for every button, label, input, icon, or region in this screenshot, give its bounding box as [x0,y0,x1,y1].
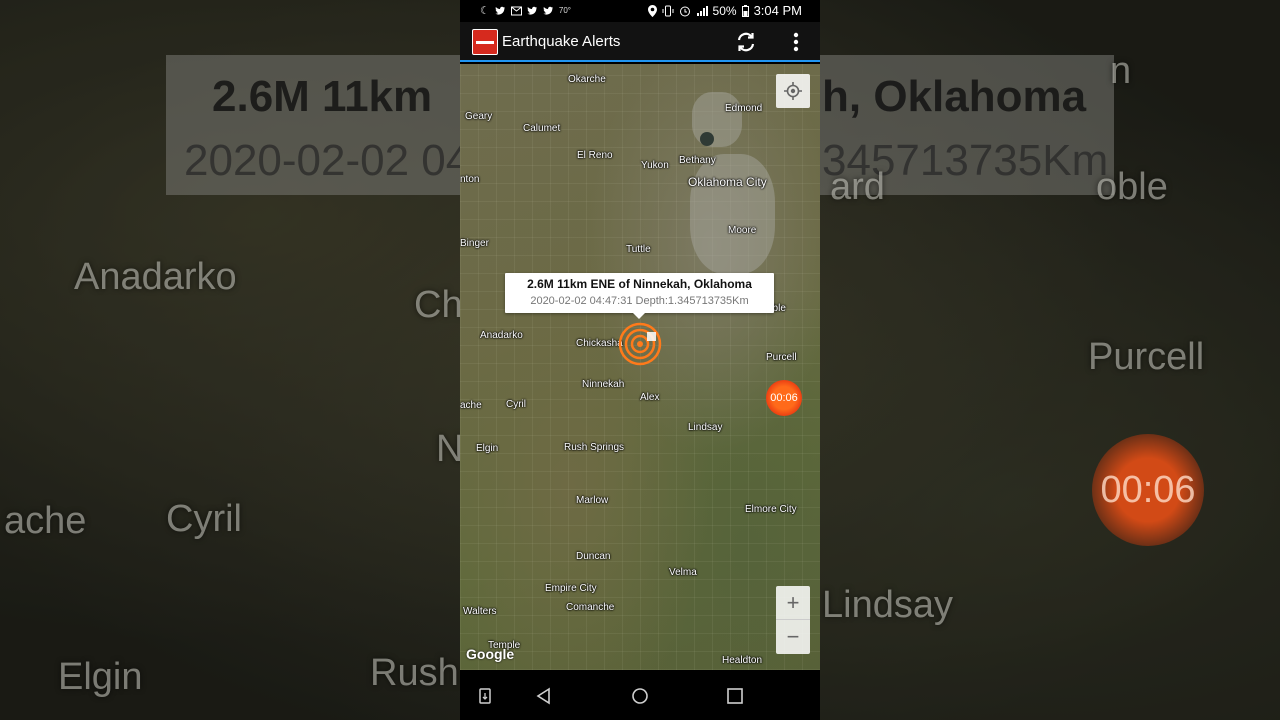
signal-icon [696,5,708,16]
place-label: nton [460,174,480,185]
vibrate-icon [662,5,674,16]
app-bar: Earthquake Alerts [460,22,820,62]
battery-icon [741,4,749,17]
screen: 2.6M 11km h, Oklahoma 2020-02-02 04 3457… [0,0,1280,720]
status-right: 50% 3:04 PM [647,3,802,18]
background-banner-sub-left: 2020-02-02 04 [184,136,471,185]
quake-details: 2020-02-02 04:47:31 Depth:1.345713735Km [530,295,749,307]
home-icon[interactable] [630,686,650,706]
city-area [690,154,775,274]
place-label: Oklahoma City [688,175,767,189]
place-label: Velma [669,567,697,578]
app-title: Earthquake Alerts [502,33,621,50]
background-place: Purcell [1088,336,1205,378]
status-left: ☾ 70° [480,4,571,17]
map-fields [460,64,820,670]
google-attribution: Google [466,646,515,662]
place-label: Rush Springs [564,442,625,453]
place-label: Comanche [566,602,615,613]
zoom-controls: + − [776,586,810,654]
background-place: Elgin [58,656,143,698]
quake-marker-icon[interactable] [618,322,662,366]
place-label: Bethany [679,155,716,166]
place-label: Purcell [766,352,797,363]
background-banner-title-right: h, Oklahoma [822,72,1087,121]
countdown-badge: 00:06 [766,380,802,416]
place-label: Calumet [523,123,561,134]
status-bar: ☾ 70° 50% 3:04 PM [460,0,820,22]
background-place: Anadarko [74,256,237,298]
notification-icon[interactable] [475,686,495,706]
zoom-out-button[interactable]: − [776,620,810,654]
location-icon [647,4,657,17]
my-location-button[interactable] [776,74,810,108]
place-label: Elmore City [745,504,797,515]
background-place: Lindsay [822,584,953,626]
background-place: ard [830,166,885,208]
background-place: Cyril [166,498,242,540]
place-label: Ninnekah [582,379,625,390]
place-label: Duncan [576,551,611,562]
navigation-bar [460,670,820,720]
place-label: Anadarko [480,330,523,341]
place-label: Healdton [722,655,763,666]
background-place: oble [1096,166,1168,208]
background-place: Ch [414,284,463,326]
background-place: n [1110,50,1132,92]
place-label: Elgin [476,443,499,454]
twitter-icon [527,6,537,15]
alarm-icon [679,6,690,16]
background-place: Rush [370,652,459,694]
app-logo-icon [472,29,498,55]
back-icon[interactable] [534,686,554,706]
place-label: Yukon [641,160,669,171]
lake [700,132,714,146]
mail-icon [510,6,522,15]
clock: 3:04 PM [753,3,802,18]
quake-info-window[interactable]: 2.6M 11km ENE of Ninnekah, Oklahoma 2020… [505,273,774,319]
place-label: Walters [463,606,497,617]
place-label: Marlow [576,495,609,506]
moon-icon: ☾ [480,5,490,17]
my-location-icon [784,82,802,100]
place-label: Binger [460,238,489,249]
recents-icon[interactable] [725,686,745,706]
place-label: Edmond [725,103,763,114]
refresh-icon[interactable] [734,30,758,54]
twitter-icon [543,6,553,15]
background-banner-title-left: 2.6M 11km [212,72,433,121]
zoom-in-button[interactable]: + [776,586,810,620]
place-label: Moore [728,225,757,236]
place-label: Geary [465,111,493,122]
place-label: ache [460,400,482,411]
twitter-icon [495,6,505,15]
background-place: ache [4,500,87,542]
battery-percent: 50% [712,3,737,18]
more-vert-icon[interactable] [786,30,806,54]
place-label: El Reno [577,150,613,161]
place-label: Tuttle [626,244,651,255]
background-timer: 00:06 [1092,434,1204,546]
place-label: Chickasha [576,338,623,349]
quake-title: 2.6M 11km ENE of Ninnekah, Oklahoma [527,277,752,291]
place-label: Okarche [568,74,606,85]
map-view[interactable]: Okarche Edmond Geary Calumet El Reno Yuk… [460,64,820,670]
place-label: Alex [640,392,660,403]
place-label: Lindsay [688,422,723,433]
place-label: Cyril [506,399,526,410]
phone-screen: ☾ 70° 50% 3:04 PM Earthquake Alerts Okar… [460,0,820,720]
temperature-label: 70° [558,6,571,15]
place-label: Empire City [545,583,597,594]
